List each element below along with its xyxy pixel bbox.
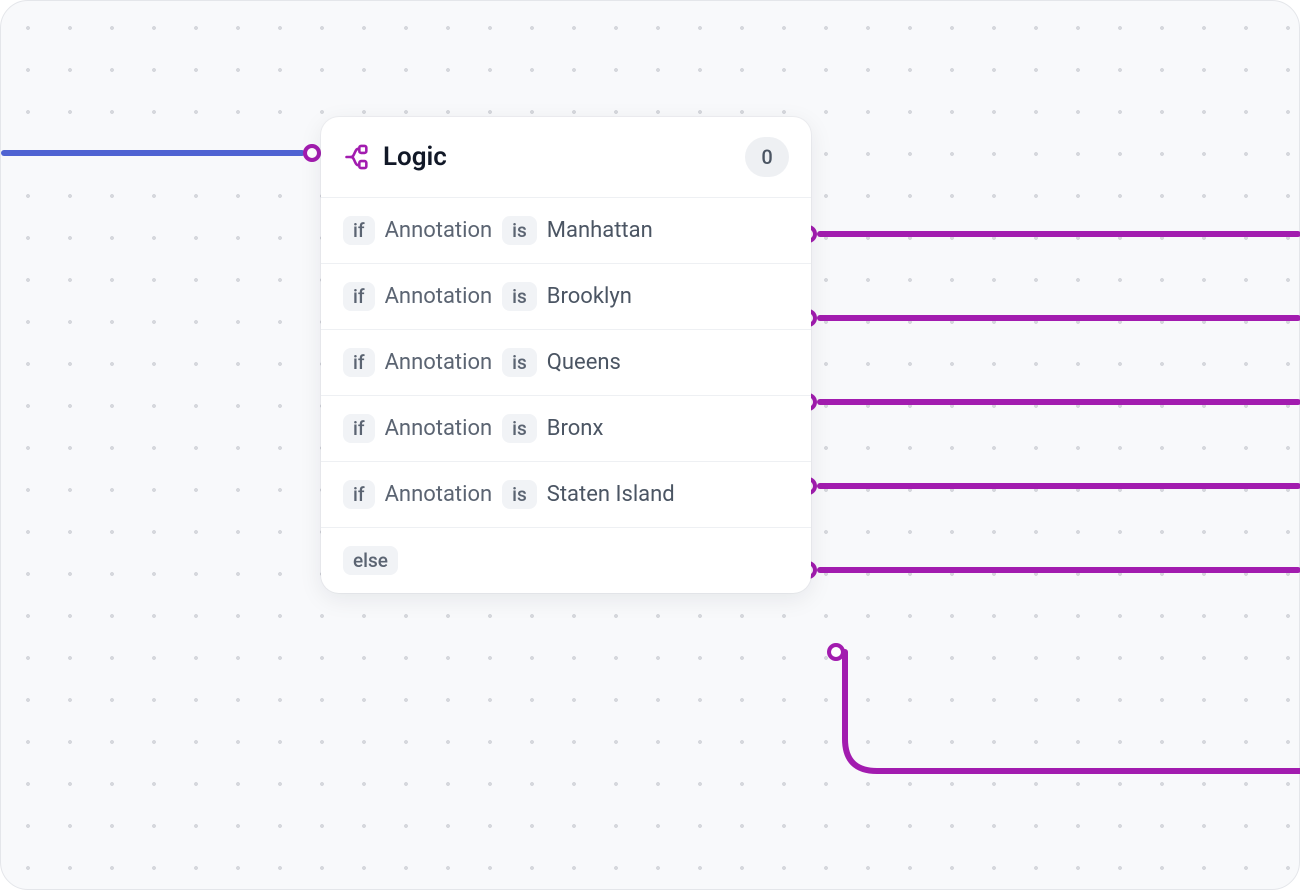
operator-chip: is: [502, 216, 537, 245]
workflow-canvas[interactable]: Logic 0 if Annotation is Manhattan if An…: [0, 0, 1300, 890]
operator-chip: is: [502, 282, 537, 311]
rule-value: Queens: [547, 350, 621, 375]
rule-row[interactable]: if Annotation is Manhattan: [321, 198, 811, 264]
branch-icon: [343, 143, 371, 171]
operator-chip: is: [502, 414, 537, 443]
logic-node[interactable]: Logic 0 if Annotation is Manhattan if An…: [321, 117, 811, 593]
rule-row[interactable]: if Annotation is Brooklyn: [321, 264, 811, 330]
keyword-chip: if: [343, 216, 375, 245]
rule-field: Annotation: [385, 284, 493, 309]
rule-value: Staten Island: [547, 482, 675, 507]
else-edge: [836, 649, 1300, 789]
rule-field: Annotation: [385, 482, 493, 507]
keyword-chip: if: [343, 480, 375, 509]
rule-1-edge: [817, 231, 1300, 237]
node-header: Logic 0: [321, 117, 811, 198]
rule-2-edge: [817, 315, 1300, 321]
keyword-chip: if: [343, 282, 375, 311]
else-row[interactable]: else: [321, 528, 811, 593]
node-title: Logic: [383, 142, 745, 172]
keyword-chip: if: [343, 348, 375, 377]
rule-row[interactable]: if Annotation is Queens: [321, 330, 811, 396]
rule-value: Brooklyn: [547, 284, 632, 309]
rule-value: Bronx: [547, 416, 604, 441]
rule-field: Annotation: [385, 416, 493, 441]
rule-3-edge: [817, 399, 1300, 405]
operator-chip: is: [502, 348, 537, 377]
rule-row[interactable]: if Annotation is Bronx: [321, 396, 811, 462]
rule-4-edge: [817, 483, 1300, 489]
node-input-port[interactable]: [303, 144, 321, 162]
keyword-chip: if: [343, 414, 375, 443]
rule-row[interactable]: if Annotation is Staten Island: [321, 462, 811, 528]
else-chip: else: [343, 546, 398, 575]
operator-chip: is: [502, 480, 537, 509]
rule-field: Annotation: [385, 218, 493, 243]
node-count-badge: 0: [745, 137, 789, 177]
rule-field: Annotation: [385, 350, 493, 375]
incoming-edge: [1, 150, 305, 156]
rule-5-edge: [817, 567, 1300, 573]
rule-value: Manhattan: [547, 218, 653, 243]
